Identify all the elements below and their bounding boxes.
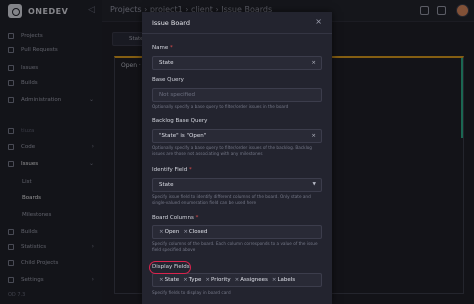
base-query-input[interactable]: Not specified xyxy=(152,88,322,102)
close-icon[interactable]: × xyxy=(315,17,322,26)
display-fields-highlight xyxy=(149,261,191,274)
identify-field-value: State xyxy=(159,182,174,188)
board-columns-input[interactable]: ×Open ×Closed xyxy=(152,225,322,239)
remove-tag-icon[interactable]: × xyxy=(272,277,277,283)
display-fields-input[interactable]: ×State ×Type ×Priority ×Assignees ×Labels xyxy=(152,273,322,287)
field-tag-type[interactable]: ×Type xyxy=(183,277,201,283)
name-label: Name * xyxy=(152,45,173,51)
column-tag-closed[interactable]: ×Closed xyxy=(183,229,207,235)
board-columns-label: Board Columns * xyxy=(152,215,198,221)
clear-icon[interactable]: × xyxy=(311,133,316,139)
modal-title: Issue Board xyxy=(152,18,190,27)
tag-label: State xyxy=(164,277,180,283)
column-tag-open[interactable]: ×Open xyxy=(159,229,179,235)
backlog-query-input[interactable]: "State" is "Open" × xyxy=(152,129,322,143)
tag-label: Open xyxy=(164,229,180,235)
base-query-help: Optionally specify a base query to filte… xyxy=(152,104,289,109)
name-value: State xyxy=(159,60,174,66)
tag-label: Assignees xyxy=(240,277,268,283)
backlog-query-value: "State" is "Open" xyxy=(159,133,207,139)
backlog-query-help: Optionally specify a base query to filte… xyxy=(152,145,312,156)
remove-tag-icon[interactable]: × xyxy=(183,229,188,235)
remove-tag-icon[interactable]: × xyxy=(159,277,164,283)
required-marker: * xyxy=(169,45,173,51)
tag-label: Labels xyxy=(277,277,296,283)
clear-icon[interactable]: × xyxy=(311,60,316,66)
required-marker: * xyxy=(188,167,192,173)
remove-tag-icon[interactable]: × xyxy=(205,277,210,283)
tag-label: Closed xyxy=(188,229,208,235)
identify-field-label: Identify Field * xyxy=(152,167,192,173)
modal-header: Issue Board xyxy=(142,12,332,34)
field-tag-state[interactable]: ×State xyxy=(159,277,179,283)
tag-label: Type xyxy=(188,277,202,283)
backlog-query-label: Backlog Base Query xyxy=(152,118,208,124)
name-field[interactable]: State × xyxy=(152,56,322,70)
required-marker: * xyxy=(195,215,199,221)
identify-field-label-text: Identify Field xyxy=(152,167,188,173)
app-root: ONEDEV ◁ Projects Pull Requests Issues B… xyxy=(0,0,474,304)
chevron-down-icon: ▼ xyxy=(312,182,316,187)
identify-field-help: Specify issue field to identify differen… xyxy=(152,194,311,205)
board-columns-label-text: Board Columns xyxy=(152,215,194,221)
remove-tag-icon[interactable]: × xyxy=(183,277,188,283)
identify-field-select[interactable]: State ▼ xyxy=(152,178,322,192)
tag-label: Priority xyxy=(211,277,231,283)
display-fields-help: Specify fields to display in board card xyxy=(152,290,231,295)
field-tag-labels[interactable]: ×Labels xyxy=(272,277,295,283)
name-label-text: Name xyxy=(152,45,169,51)
remove-tag-icon[interactable]: × xyxy=(159,229,164,235)
field-tag-priority[interactable]: ×Priority xyxy=(205,277,230,283)
remove-tag-icon[interactable]: × xyxy=(235,277,240,283)
board-columns-help: Specify columns of the board. Each colum… xyxy=(152,241,318,252)
base-query-label: Base Query xyxy=(152,77,184,83)
field-tag-assignees[interactable]: ×Assignees xyxy=(235,277,268,283)
